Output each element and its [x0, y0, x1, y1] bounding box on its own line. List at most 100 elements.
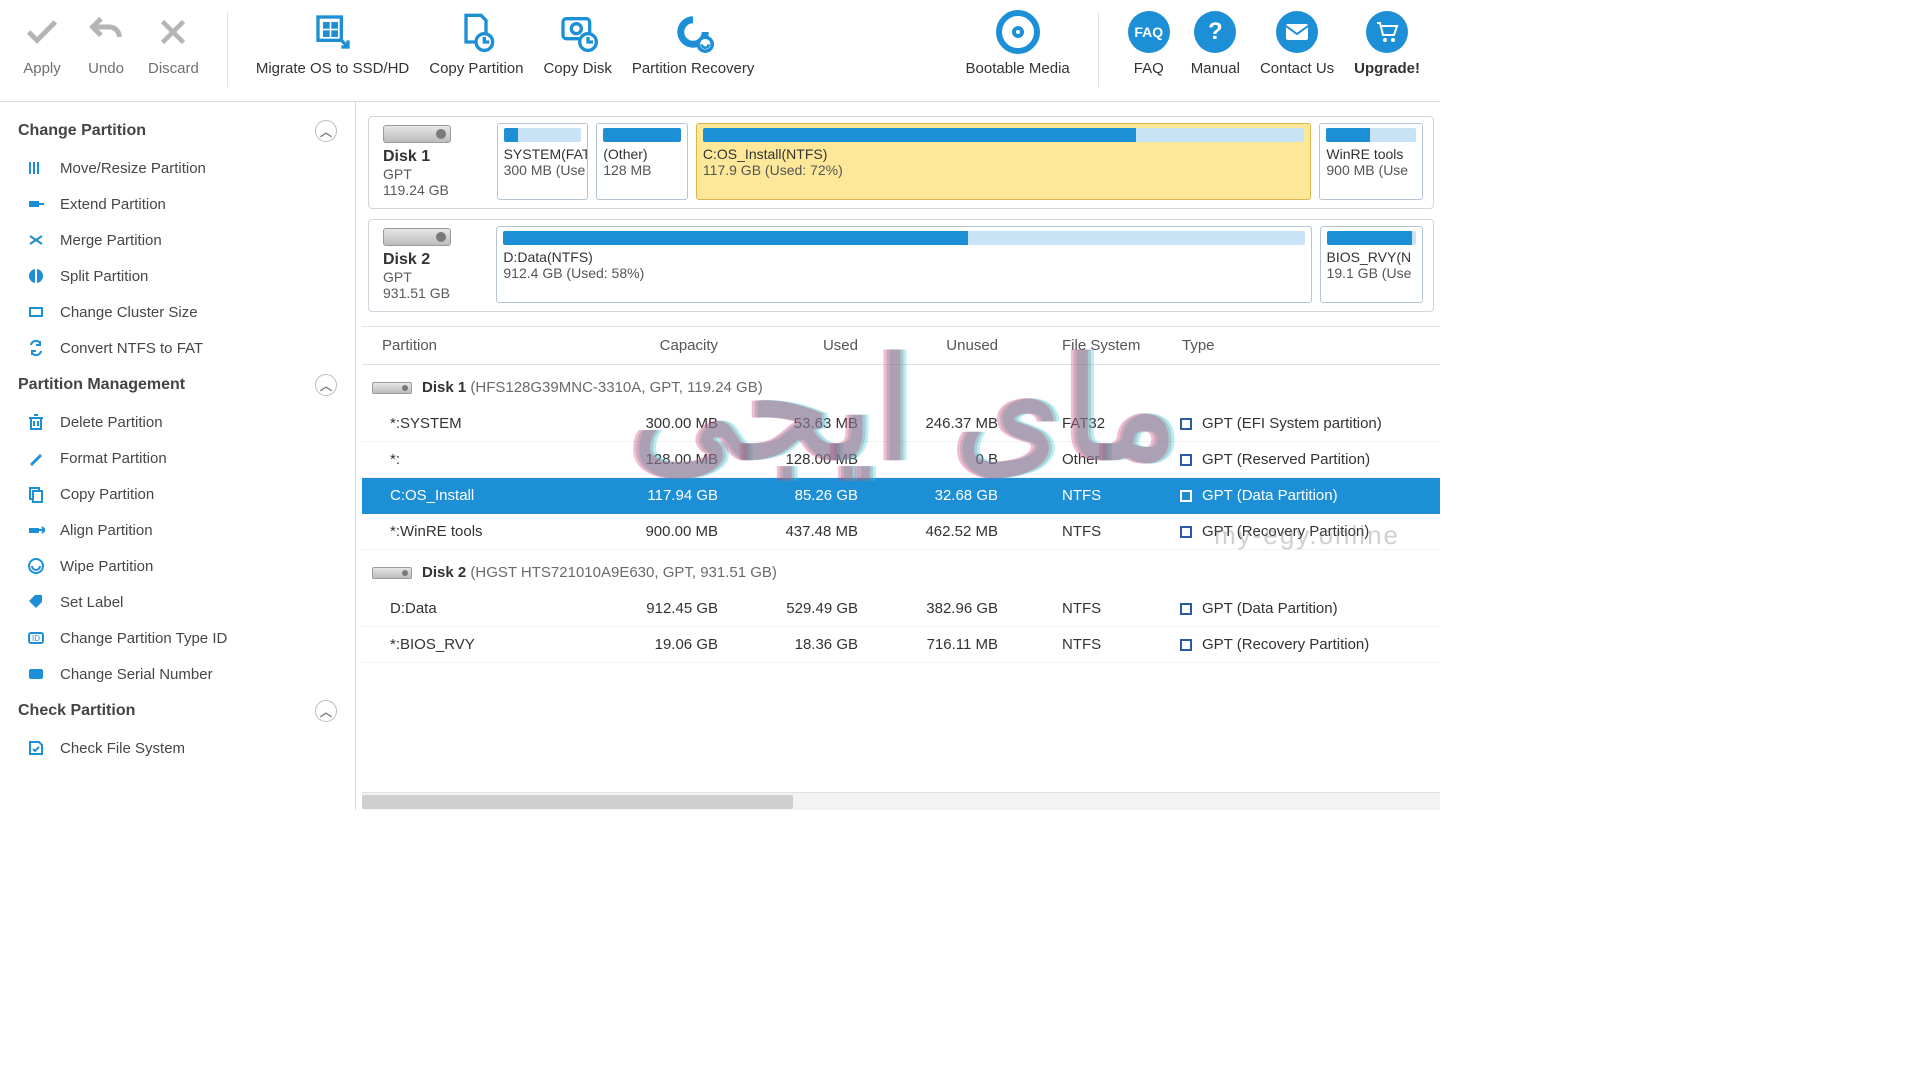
- sidebar-item-label: Change Serial Number: [60, 666, 213, 683]
- sidebar: Change Partition ︿ Move/Resize Partition…: [0, 102, 356, 810]
- copy-disk-button[interactable]: Copy Disk: [533, 6, 621, 77]
- sidebar-item[interactable]: Wipe Partition: [0, 548, 355, 584]
- col-used[interactable]: Used: [742, 327, 882, 365]
- disk-card[interactable]: Disk 2GPT931.51 GBD:Data(NTFS)912.4 GB (…: [368, 219, 1434, 312]
- sidebar-item-label: Split Partition: [60, 268, 148, 285]
- sidebar-item-label: Change Cluster Size: [60, 304, 198, 321]
- sidebar-item[interactable]: Move/Resize Partition: [0, 150, 355, 186]
- apply-button[interactable]: Apply: [10, 6, 74, 77]
- type-color-swatch: [1180, 454, 1192, 466]
- close-icon: [151, 10, 195, 54]
- partition-block[interactable]: (Other)128 MB: [596, 123, 688, 200]
- sidebar-item-label: Set Label: [60, 594, 123, 611]
- sidebar-item[interactable]: Extend Partition: [0, 186, 355, 222]
- contact-button[interactable]: Contact Us: [1250, 6, 1344, 77]
- cart-icon: [1365, 10, 1409, 54]
- sidebar-item-label: Check File System: [60, 740, 185, 757]
- partition-block[interactable]: SYSTEM(FAT300 MB (Use: [497, 123, 589, 200]
- chevron-up-icon[interactable]: ︿: [315, 374, 337, 396]
- sidebar-item[interactable]: Delete Partition: [0, 404, 355, 440]
- copy-disk-icon: [556, 10, 600, 54]
- split-icon: [26, 266, 46, 286]
- right-pane: Disk 1GPT119.24 GBSYSTEM(FAT300 MB (Use(…: [356, 102, 1440, 810]
- partition-block[interactable]: D:Data(NTFS)912.4 GB (Used: 58%): [496, 226, 1311, 303]
- sidebar-item-label: Format Partition: [60, 450, 167, 467]
- col-unused[interactable]: Unused: [882, 327, 1022, 365]
- disk-icon: [383, 228, 451, 246]
- disk-header-row[interactable]: Disk 2 (HGST HTS721010A9E630, GPT, 931.5…: [362, 550, 1440, 592]
- toolbar: Apply Undo Discard Migrate OS to SSD/HD: [0, 0, 1440, 102]
- upgrade-button[interactable]: Upgrade!: [1344, 6, 1430, 77]
- disk-label: Disk 1GPT119.24 GB: [379, 123, 489, 200]
- disk-icon: [372, 382, 412, 394]
- disk-icon: [372, 567, 412, 579]
- partition-block[interactable]: BIOS_RVY(N19.1 GB (Use: [1320, 226, 1423, 303]
- table-row[interactable]: C:OS_Install117.94 GB85.26 GB32.68 GBNTF…: [362, 478, 1440, 514]
- section-change-partition[interactable]: Change Partition ︿: [0, 112, 355, 150]
- copy-icon: [26, 484, 46, 504]
- sidebar-item[interactable]: Check File System: [0, 730, 355, 766]
- copy-partition-button[interactable]: Copy Partition: [419, 6, 533, 77]
- cluster-icon: [26, 302, 46, 322]
- sidebar-item[interactable]: Align Partition: [0, 512, 355, 548]
- wipe-icon: [26, 556, 46, 576]
- sidebar-item-label: Convert NTFS to FAT: [60, 340, 203, 357]
- partition-recovery-button[interactable]: Partition Recovery: [622, 6, 765, 77]
- copy-partition-icon: [454, 10, 498, 54]
- horizontal-scrollbar[interactable]: [362, 792, 1440, 810]
- type-color-swatch: [1180, 639, 1192, 651]
- col-filesystem[interactable]: File System: [1022, 327, 1172, 365]
- undo-button[interactable]: Undo: [74, 6, 138, 77]
- col-partition[interactable]: Partition: [362, 327, 602, 365]
- convert-icon: [26, 338, 46, 358]
- sidebar-item[interactable]: IDChange Partition Type ID: [0, 620, 355, 656]
- partition-block[interactable]: WinRE tools900 MB (Use: [1319, 123, 1423, 200]
- disc-icon: [996, 10, 1040, 54]
- bootable-media-button[interactable]: Bootable Media: [956, 6, 1080, 77]
- chevron-up-icon[interactable]: ︿: [315, 700, 337, 722]
- svg-text:ID: ID: [32, 634, 40, 643]
- manual-button[interactable]: ? Manual: [1181, 6, 1250, 77]
- col-type[interactable]: Type: [1172, 327, 1440, 365]
- table-row[interactable]: *:SYSTEM300.00 MB53.63 MB246.37 MBFAT32G…: [362, 406, 1440, 442]
- table-row[interactable]: *:BIOS_RVY19.06 GB18.36 GB716.11 MBNTFSG…: [362, 627, 1440, 663]
- sidebar-item-label: Align Partition: [60, 522, 153, 539]
- type-color-swatch: [1180, 603, 1192, 615]
- disk-card[interactable]: Disk 1GPT119.24 GBSYSTEM(FAT300 MB (Use(…: [368, 116, 1434, 209]
- help-icon: ?: [1193, 10, 1237, 54]
- col-capacity[interactable]: Capacity: [602, 327, 742, 365]
- sidebar-item[interactable]: Change Serial Number: [0, 656, 355, 692]
- sidebar-item-label: Wipe Partition: [60, 558, 153, 575]
- sidebar-item[interactable]: Convert NTFS to FAT: [0, 330, 355, 366]
- sidebar-item[interactable]: Set Label: [0, 584, 355, 620]
- sidebar-item[interactable]: Split Partition: [0, 258, 355, 294]
- sidebar-item[interactable]: Change Cluster Size: [0, 294, 355, 330]
- table-row[interactable]: *:128.00 MB128.00 MB0 BOtherGPT (Reserve…: [362, 442, 1440, 478]
- disk-icon: [383, 125, 451, 143]
- section-check-partition[interactable]: Check Partition ︿: [0, 692, 355, 730]
- section-partition-management[interactable]: Partition Management ︿: [0, 366, 355, 404]
- mail-icon: [1275, 10, 1319, 54]
- discard-button[interactable]: Discard: [138, 6, 209, 77]
- faq-button[interactable]: FAQ FAQ: [1117, 6, 1181, 77]
- align-icon: [26, 520, 46, 540]
- label-icon: [26, 592, 46, 612]
- type-color-swatch: [1180, 526, 1192, 538]
- disk-header-row[interactable]: Disk 1 (HFS128G39MNC-3310A, GPT, 119.24 …: [362, 365, 1440, 407]
- sidebar-item-label: Delete Partition: [60, 414, 163, 431]
- sidebar-item[interactable]: Merge Partition: [0, 222, 355, 258]
- table-row[interactable]: *:WinRE tools900.00 MB437.48 MB462.52 MB…: [362, 514, 1440, 550]
- format-icon: [26, 448, 46, 468]
- sidebar-item-label: Extend Partition: [60, 196, 166, 213]
- migrate-os-button[interactable]: Migrate OS to SSD/HD: [246, 6, 419, 77]
- partition-block[interactable]: C:OS_Install(NTFS)117.9 GB (Used: 72%): [696, 123, 1311, 200]
- recovery-icon: [671, 10, 715, 54]
- del-icon: [26, 412, 46, 432]
- chevron-up-icon[interactable]: ︿: [315, 120, 337, 142]
- extend-icon: [26, 194, 46, 214]
- sidebar-item[interactable]: Format Partition: [0, 440, 355, 476]
- sidebar-item[interactable]: Copy Partition: [0, 476, 355, 512]
- migrate-icon: [311, 10, 355, 54]
- table-row[interactable]: D:Data912.45 GB529.49 GB382.96 GBNTFSGPT…: [362, 591, 1440, 627]
- disk-label: Disk 2GPT931.51 GB: [379, 226, 488, 303]
